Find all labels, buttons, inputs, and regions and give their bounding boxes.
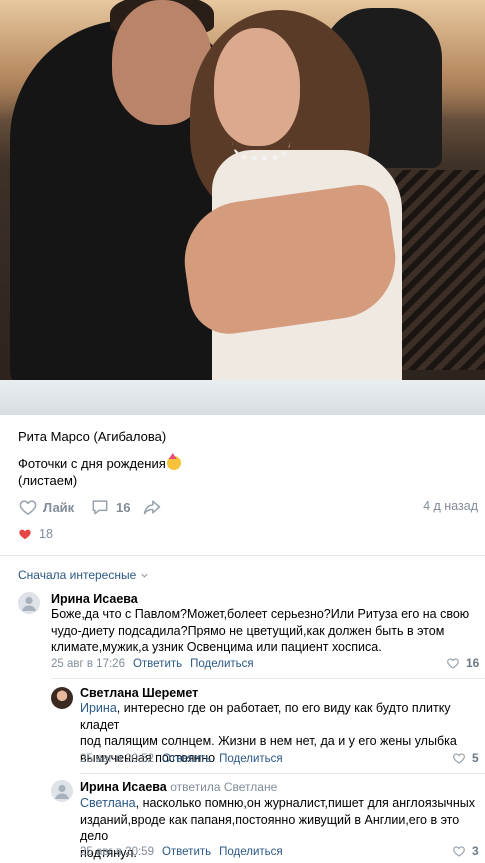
- comment-text-line: чудо-диету подсадила?Прямо не цветущий,к…: [51, 623, 445, 638]
- comment-separator: [51, 678, 485, 679]
- heart-filled-icon: [19, 529, 31, 540]
- post-text-line-1: Фоточки с дня рождения: [18, 456, 181, 471]
- reply-link[interactable]: Ответить: [162, 753, 211, 765]
- comment-text-line: под палящим солнцем. Жизни в нем нет, да…: [80, 734, 457, 748]
- post-time[interactable]: 4 д назад: [423, 499, 478, 513]
- comment-button[interactable]: 16: [90, 496, 130, 518]
- comment-date[interactable]: 25 авг в 20:52: [80, 753, 154, 765]
- post-likes-summary[interactable]: 18: [18, 527, 53, 541]
- party-face-emoji-icon: [166, 456, 181, 470]
- comment-text-line: Светлана, насколько помню,он журналист,п…: [80, 796, 475, 810]
- like-label: Лайк: [43, 499, 75, 515]
- mention-link[interactable]: Ирина: [80, 701, 117, 715]
- photo-chair: [395, 170, 485, 370]
- like-button[interactable]: Лайк: [18, 496, 74, 518]
- comment-date[interactable]: 25 авг в 17:26: [51, 658, 125, 670]
- chevron-down-icon: [141, 573, 148, 578]
- post-text-line-2: (листаем): [18, 473, 78, 488]
- comment-meta: 25 авг в 20:52 Ответить Поделиться: [80, 753, 283, 765]
- comment-text-line: Боже,да что с Павлом?Может,болеет серьез…: [51, 607, 470, 621]
- comment-text-line: климате,мужик,а узник Освенцима или паци…: [51, 640, 382, 654]
- comments-sort-dropdown[interactable]: Сначала интересные: [18, 568, 149, 582]
- divider: [0, 555, 485, 556]
- comments-sort-label: Сначала интересные: [18, 568, 137, 582]
- comment-author[interactable]: Ирина Исаева: [51, 592, 138, 606]
- comment-like-count: 5: [472, 751, 479, 765]
- comment-like-count: 3: [472, 844, 479, 858]
- photo-table: [0, 380, 485, 415]
- post-photo[interactable]: [0, 0, 485, 415]
- share-link[interactable]: Поделиться: [219, 753, 283, 765]
- comment-text-line: Ирина, интересно где он работает, по его…: [80, 701, 451, 732]
- share-button[interactable]: [142, 496, 162, 518]
- avatar[interactable]: [51, 780, 73, 802]
- replied-to[interactable]: ответила Светлане: [170, 780, 277, 794]
- mention-link[interactable]: Светлана: [80, 796, 136, 810]
- share-arrow-icon: [143, 500, 161, 515]
- comment-author[interactable]: Ирина Исаева: [80, 780, 167, 794]
- comment-icon: [92, 500, 108, 515]
- heart-outline-icon: [447, 658, 459, 669]
- reply-link[interactable]: Ответить: [162, 846, 211, 858]
- comment-like-button[interactable]: 5: [452, 751, 479, 765]
- heart-outline-icon: [453, 753, 465, 764]
- comment-author[interactable]: Светлана Шеремет: [80, 686, 198, 700]
- post-author[interactable]: Рита Марсо (Агибалова): [18, 429, 166, 444]
- likes-count: 18: [39, 527, 53, 541]
- comment-meta: 25 авг в 17:26 Ответить Поделиться: [51, 658, 254, 670]
- reply-link[interactable]: Ответить: [133, 658, 182, 670]
- comment-text-line: изданий,вроде как папаня,постоянно живущ…: [80, 812, 460, 844]
- comment-date[interactable]: 25 авг в 20:59: [80, 846, 154, 858]
- default-avatar-icon: [51, 780, 73, 802]
- share-link[interactable]: Поделиться: [190, 658, 254, 670]
- comment-author-line: Ирина Исаева ответила Светлане: [80, 780, 277, 794]
- photo-necklace: [232, 142, 290, 160]
- share-link[interactable]: Поделиться: [219, 846, 283, 858]
- comment-like-button[interactable]: 16: [446, 656, 479, 670]
- comment-text: Боже,да что с Павлом?Может,болеет серьез…: [51, 606, 469, 656]
- photo-woman-head: [214, 28, 300, 146]
- comment-meta: 25 авг в 20:59 Ответить Поделиться: [80, 846, 283, 858]
- comments-count: 16: [116, 499, 131, 515]
- avatar[interactable]: [18, 592, 40, 614]
- comment-separator: [80, 773, 485, 774]
- heart-outline-icon: [453, 846, 465, 857]
- comment-like-count: 16: [466, 656, 480, 670]
- post-actions: Лайк 16 4 д назад: [18, 496, 478, 518]
- avatar[interactable]: [51, 687, 73, 709]
- comment-like-button[interactable]: 3: [452, 844, 479, 858]
- default-avatar-icon: [18, 592, 40, 614]
- heart-outline-icon: [19, 500, 37, 515]
